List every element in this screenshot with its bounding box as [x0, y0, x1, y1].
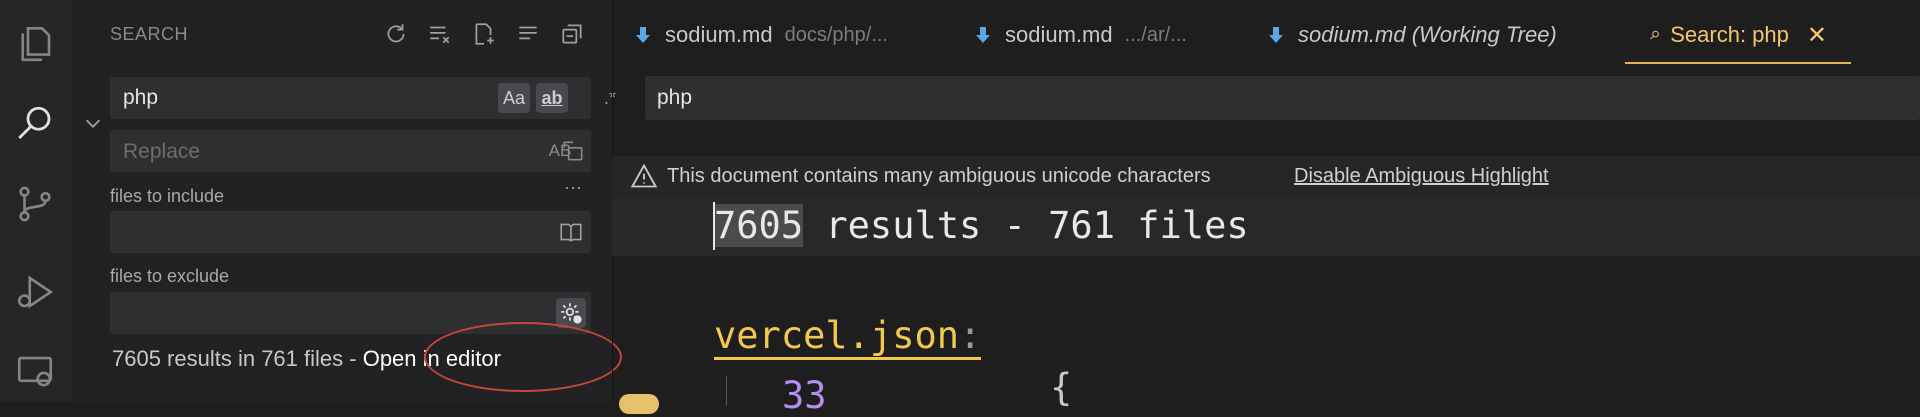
close-tab-icon[interactable]: ✕ [1807, 21, 1827, 50]
text-cursor [713, 202, 715, 250]
new-search-editor-icon[interactable] [470, 20, 498, 48]
search-sidebar: SEARCH php Aa ab .* Replace AB ··· files… [72, 0, 659, 414]
search-input[interactable]: php Aa ab [110, 77, 591, 119]
editor-tabs: sodium.md docs/php/... sodium.md .../ar/..… [613, 0, 1920, 70]
collapse-all-icon[interactable] [558, 20, 586, 48]
exclude-label: files to exclude [110, 266, 230, 286]
replace-input[interactable]: Replace AB [110, 130, 591, 172]
match-whole-word-toggle[interactable]: ab [536, 83, 568, 113]
warning-icon [630, 163, 658, 188]
search-editor-icon [1650, 30, 1659, 40]
unicode-warning-banner: This document contains many ambiguous un… [612, 156, 1920, 196]
tab-sodium-ar[interactable]: sodium.md .../ar/... [975, 0, 1187, 70]
annotation-circle [424, 322, 622, 392]
sidebar-title: SEARCH [110, 24, 189, 44]
result-line-text: { [1050, 366, 1073, 409]
results-summary-line: 7605 results - 761 files [714, 204, 1249, 247]
more-options-icon[interactable]: ··· [558, 172, 588, 202]
toggle-replace-chevron-icon[interactable] [82, 112, 104, 134]
source-control-icon[interactable] [13, 182, 57, 226]
search-editor-query-input[interactable]: php [645, 76, 1920, 120]
search-results-editor[interactable]: 7605 results - 761 files vercel.json: 33… [612, 196, 1920, 417]
regex-toggle[interactable]: .* [594, 83, 626, 113]
use-exclude-settings-icon[interactable] [556, 298, 586, 328]
tab-sodium-working-tree[interactable]: sodium.md (Working Tree) [1268, 0, 1557, 70]
refresh-icon[interactable] [382, 20, 410, 48]
result-file-name[interactable]: vercel.json: [714, 314, 982, 360]
tab-sodium-docs[interactable]: sodium.md docs/php/... [635, 0, 888, 70]
remote-explorer-icon[interactable] [13, 350, 57, 394]
search-icon[interactable] [13, 102, 57, 146]
run-debug-icon[interactable] [13, 270, 57, 314]
replace-all-icon[interactable] [558, 136, 588, 166]
warning-text: This document contains many ambiguous un… [667, 165, 1211, 187]
open-editors-only-icon[interactable] [556, 217, 586, 247]
explorer-icon[interactable] [13, 22, 57, 66]
activity-bar [0, 0, 72, 402]
include-label: files to include [110, 186, 225, 206]
result-line-number: 33 [782, 374, 827, 417]
tab-search-php[interactable]: Search: php ✕ [1625, 0, 1851, 70]
view-as-tree-icon[interactable] [514, 20, 542, 48]
markdown-file-icon [1269, 27, 1283, 43]
sidebar-actions [382, 20, 586, 48]
markdown-file-icon [976, 27, 990, 43]
files-to-include-input[interactable] [110, 211, 591, 253]
match-case-toggle[interactable]: Aa [498, 83, 530, 113]
disable-ambiguous-highlight-link[interactable]: Disable Ambiguous Highlight [1294, 165, 1549, 188]
clear-results-icon[interactable] [426, 20, 454, 48]
markdown-file-icon [636, 27, 650, 43]
